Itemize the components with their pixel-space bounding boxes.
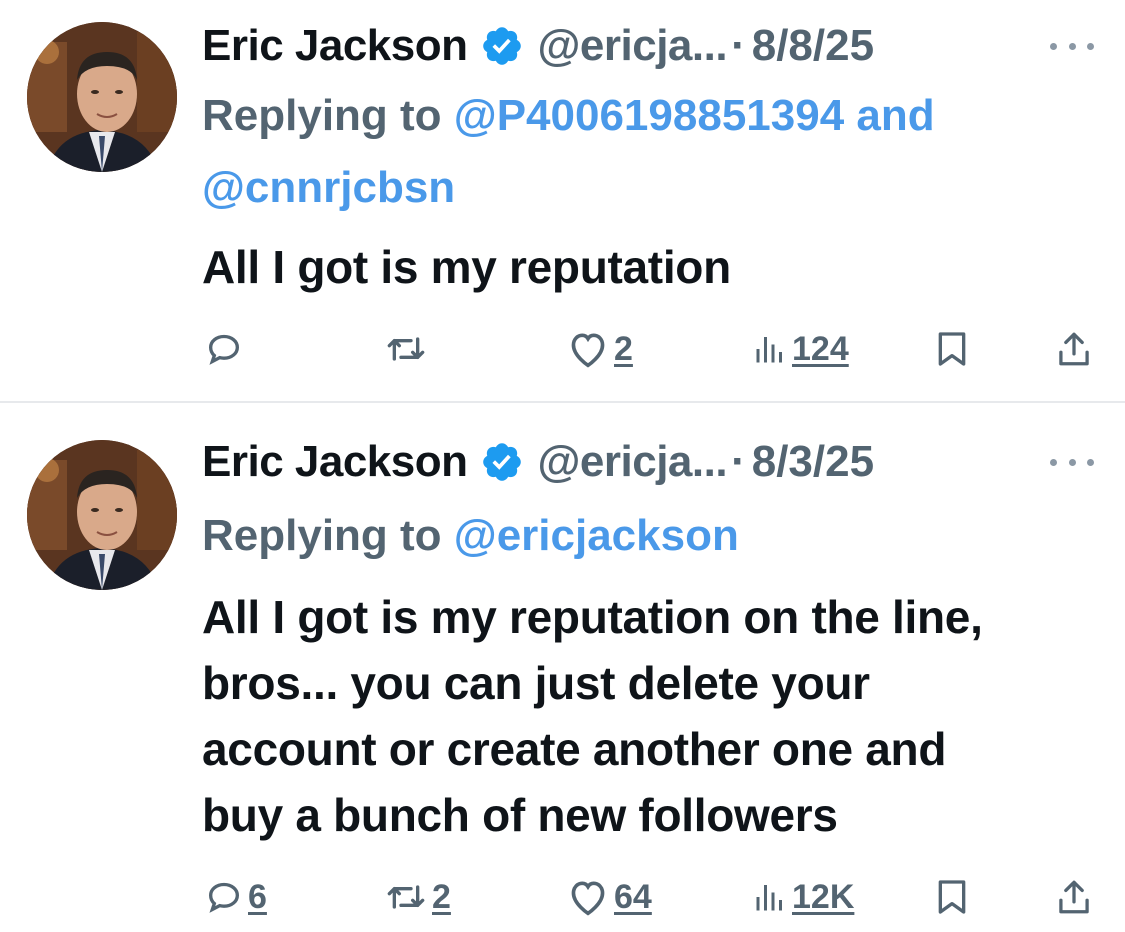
replying-to: Replying to @P4006198851394 and @cnnrjcb… — [202, 80, 1102, 224]
tweet-actions: 2 124 — [0, 324, 1125, 374]
author-handle[interactable]: @ericja... — [538, 437, 728, 487]
views-icon — [756, 885, 782, 911]
bookmark-icon — [938, 880, 966, 914]
reply-count: 6 — [248, 877, 267, 916]
retweet-icon — [387, 337, 425, 361]
tweet-text-line: bros... you can just delete your — [202, 657, 870, 709]
verified-badge-icon — [480, 440, 524, 484]
bookmark-icon — [938, 332, 966, 366]
tweet-text: All I got is my reputation — [202, 241, 731, 293]
replying-prefix: Replying to — [202, 511, 442, 560]
reply-icon — [208, 334, 240, 365]
tweet-header: Eric Jackson @ericja... · 8/8/25 — [202, 16, 874, 76]
retweet-button[interactable] — [384, 324, 432, 374]
bookmark-button[interactable] — [935, 324, 969, 374]
views-count: 124 — [792, 329, 849, 368]
views-icon — [756, 337, 782, 363]
replying-to: Replying to @ericjackson — [202, 500, 1102, 572]
more-icon[interactable] — [1050, 452, 1094, 472]
separator: · — [731, 21, 746, 70]
retweet-count: 2 — [432, 877, 451, 916]
tweet-date[interactable]: 8/8/25 — [752, 21, 874, 71]
reply-mention[interactable]: @cnnrjcbsn — [202, 163, 455, 212]
views-button[interactable]: 12K — [752, 872, 854, 922]
tweet-text-line: All I got is my reputation on the line, — [202, 591, 983, 643]
tweet-text-line: account or create another one and — [202, 723, 947, 775]
reply-button[interactable]: 6 — [204, 872, 267, 922]
views-button[interactable]: 124 — [752, 324, 849, 374]
more-icon[interactable] — [1050, 36, 1094, 56]
tweet-text: All I got is my reputation on the line, … — [202, 584, 1102, 848]
reply-mention[interactable]: @ericjackson — [454, 511, 739, 560]
avatar[interactable] — [27, 440, 177, 590]
tweet-divider — [0, 401, 1125, 403]
avatar[interactable] — [27, 22, 177, 172]
bookmark-button[interactable] — [935, 872, 969, 922]
retweet-icon — [387, 885, 425, 909]
author-name[interactable]: Eric Jackson — [202, 21, 468, 71]
avatar-portrait-icon — [27, 22, 177, 172]
author-name[interactable]: Eric Jackson — [202, 437, 468, 487]
tweet[interactable]: Eric Jackson @ericja... · 8/3/25 Replyin… — [0, 404, 1125, 932]
like-icon — [571, 881, 605, 916]
reply-icon — [208, 882, 240, 913]
share-icon — [1059, 332, 1089, 366]
like-button[interactable]: 64 — [566, 872, 652, 922]
like-icon — [571, 333, 605, 368]
tweet-text-line: buy a bunch of new followers — [202, 789, 838, 841]
like-button[interactable]: 2 — [566, 324, 633, 374]
like-count: 64 — [614, 877, 652, 916]
tweet[interactable]: Eric Jackson @ericja... · 8/8/25 Replyin… — [0, 0, 1125, 402]
tweet-actions: 6 2 64 12K — [0, 872, 1125, 922]
separator: · — [731, 437, 746, 486]
author-handle[interactable]: @ericja... — [538, 21, 728, 71]
tweet-date[interactable]: 8/3/25 — [752, 437, 874, 487]
reply-button[interactable] — [204, 324, 248, 374]
replying-prefix: Replying to — [202, 91, 442, 140]
share-button[interactable] — [1056, 872, 1092, 922]
share-button[interactable] — [1056, 324, 1092, 374]
share-icon — [1059, 880, 1089, 914]
reply-mention[interactable]: @P4006198851394 and — [454, 91, 935, 140]
retweet-button[interactable]: 2 — [384, 872, 451, 922]
tweet-header: Eric Jackson @ericja... · 8/3/25 — [202, 432, 874, 492]
like-count: 2 — [614, 329, 633, 368]
verified-badge-icon — [480, 24, 524, 68]
views-count: 12K — [792, 877, 855, 916]
avatar-portrait-icon — [27, 440, 177, 590]
